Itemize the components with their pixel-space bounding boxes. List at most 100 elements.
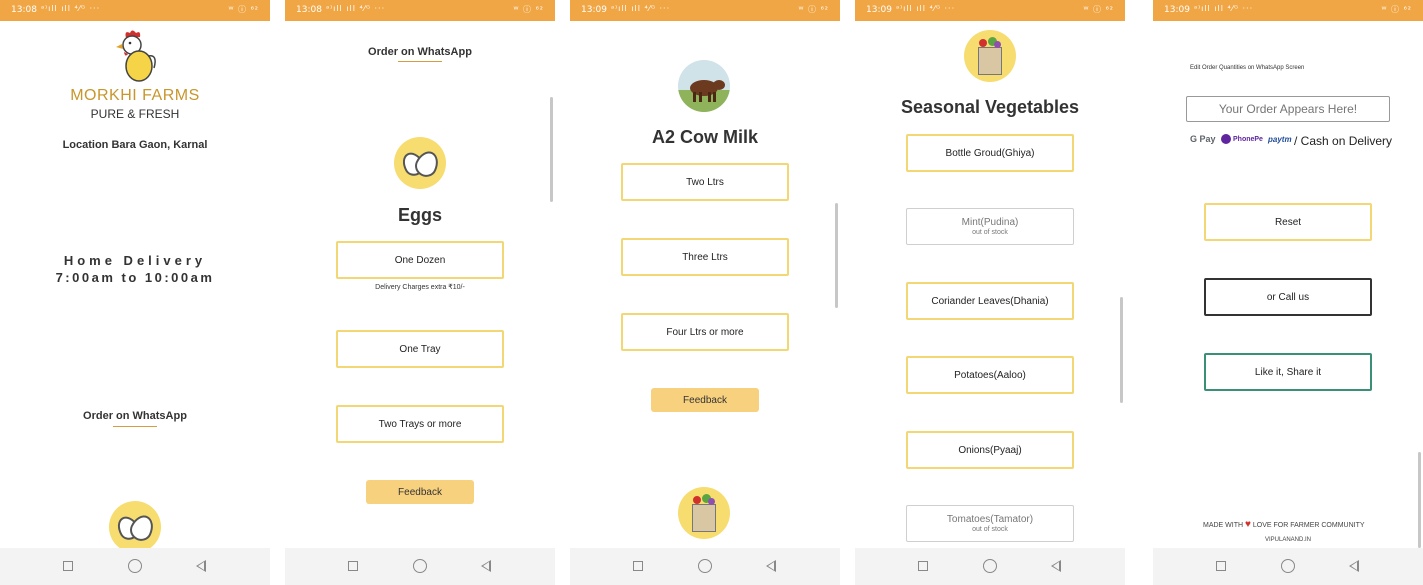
option-two-trays-button[interactable]: Two Trays or more: [336, 405, 504, 443]
recent-apps-icon[interactable]: [918, 561, 928, 571]
battery-icons: ᵂ ⓘ ⁶²: [228, 5, 259, 14]
footer-credit: MADE WITH ♥ LOVE FOR FARMER COMMUNITY: [1203, 519, 1365, 530]
option-one-tray-button[interactable]: One Tray: [336, 330, 504, 368]
out-of-stock-label: out of stock: [972, 229, 1008, 236]
order-summary-field[interactable]: [1186, 96, 1390, 122]
status-bar: 13:09 ᵃ⁾ıll ıll ⁴⁄ᴳ ··· ᵂ ⓘ ⁶²: [855, 0, 1125, 21]
signal-icons: ᵃ⁾ıll ıll ⁴⁄ᴳ ···: [896, 4, 956, 13]
home-icon[interactable]: [128, 559, 142, 573]
reset-button[interactable]: Reset: [1204, 203, 1372, 241]
scrollbar[interactable]: [1120, 297, 1123, 403]
option-bottle-gourd-button[interactable]: Bottle Groud(Ghiya): [906, 134, 1074, 172]
feedback-button[interactable]: Feedback: [366, 480, 474, 504]
delivery-charges-note: Delivery Charges extra ₹10/-: [375, 284, 465, 291]
footer-made-with: MADE WITH: [1203, 522, 1244, 529]
nav-bar: [0, 548, 270, 585]
scrollbar[interactable]: [835, 203, 838, 308]
option-tomatoes-button: Tomatoes(Tamator) out of stock: [906, 505, 1074, 542]
status-time: 13:09: [581, 5, 607, 15]
battery-icons: ᵂ ⓘ ⁶²: [513, 5, 544, 14]
order-whatsapp-link[interactable]: Order on WhatsApp: [285, 46, 555, 58]
share-button[interactable]: Like it, Share it: [1204, 353, 1372, 391]
back-icon[interactable]: [481, 560, 491, 572]
option-label: Bottle Groud(Ghiya): [945, 147, 1035, 159]
option-one-dozen-button[interactable]: One Dozen: [336, 241, 504, 279]
status-time: 13:09: [1164, 5, 1190, 15]
status-time: 13:08: [296, 5, 322, 15]
paytm-logo: paytm: [1268, 135, 1292, 144]
vegetable-bag-icon: [964, 30, 1016, 82]
nav-bar: [855, 548, 1125, 585]
recent-apps-icon[interactable]: [348, 561, 358, 571]
feedback-button[interactable]: Feedback: [651, 388, 759, 412]
signal-icons: ᵃ⁾ıll ıll ⁴⁄ᴳ ···: [41, 4, 101, 13]
screen-eggs: 13:08 ᵃ⁾ıll ıll ⁴⁄ᴳ ··· ᵂ ⓘ ⁶² Order on …: [285, 0, 555, 585]
delivery-line-2: 7:00am to 10:00am: [55, 270, 215, 285]
recent-apps-icon[interactable]: [1216, 561, 1226, 571]
nav-bar: [285, 548, 555, 585]
product-title: Seasonal Vegetables: [900, 97, 1080, 117]
screen-home: 13:08 ᵃ⁾ıll ıll ⁴⁄ᴳ ··· ᵂ ⓘ ⁶² MORKHI FA…: [0, 0, 270, 585]
rooster-logo-icon: [116, 30, 156, 82]
recent-apps-icon[interactable]: [633, 561, 643, 571]
signal-icons: ᵃ⁾ıll ıll ⁴⁄ᴳ ···: [326, 4, 386, 13]
out-of-stock-label: out of stock: [972, 526, 1008, 533]
option-three-ltrs-button[interactable]: Three Ltrs: [621, 238, 789, 276]
battery-icons: ᵂ ⓘ ⁶²: [1381, 5, 1412, 14]
cash-on-delivery-label: / Cash on Delivery: [1294, 134, 1393, 148]
battery-icons: ᵂ ⓘ ⁶²: [798, 5, 829, 14]
option-label: Coriander Leaves(Dhania): [931, 295, 1049, 307]
phonepe-icon: [1221, 134, 1231, 144]
home-icon[interactable]: [1281, 559, 1295, 573]
status-time: 13:08: [11, 5, 37, 15]
screen-order: 13:09 ᵃ⁾ıll ıll ⁴⁄ᴳ ··· ᵂ ⓘ ⁶² Edit Orde…: [1153, 0, 1423, 585]
back-icon[interactable]: [766, 560, 776, 572]
link-underline: [113, 426, 157, 427]
product-title: A2 Cow Milk: [651, 127, 758, 147]
home-icon[interactable]: [698, 559, 712, 573]
option-potatoes-button[interactable]: Potatoes(Aaloo): [906, 356, 1074, 394]
home-icon[interactable]: [413, 559, 427, 573]
option-mint-button: Mint(Pudina) out of stock: [906, 208, 1074, 245]
eggs-icon: [109, 501, 161, 553]
option-label: Mint(Pudina): [961, 217, 1019, 228]
nav-bar: [1153, 548, 1423, 585]
site-link[interactable]: VIPULANAND.IN: [1153, 537, 1423, 543]
edit-order-hint: Edit Order Quantities on WhatsApp Screen: [1190, 65, 1305, 71]
order-whatsapp-link[interactable]: Order on WhatsApp: [0, 410, 270, 422]
eggs-icon: [394, 137, 446, 189]
heart-icon: ♥: [1245, 519, 1251, 530]
home-icon[interactable]: [983, 559, 997, 573]
scrollbar[interactable]: [550, 97, 553, 202]
option-label: Potatoes(Aaloo): [954, 369, 1026, 381]
option-four-ltrs-button[interactable]: Four Ltrs or more: [621, 313, 789, 351]
cow-icon: [678, 60, 730, 112]
link-underline: [398, 61, 442, 62]
status-bar: 13:08 ᵃ⁾ıll ıll ⁴⁄ᴳ ··· ᵂ ⓘ ⁶²: [285, 0, 555, 21]
option-two-ltrs-button[interactable]: Two Ltrs: [621, 163, 789, 201]
call-us-button[interactable]: or Call us: [1204, 278, 1372, 316]
status-time: 13:09: [866, 5, 892, 15]
brand-name: MORKHI FARMS: [70, 87, 200, 104]
back-icon[interactable]: [196, 560, 206, 572]
signal-icons: ᵃ⁾ıll ıll ⁴⁄ᴳ ···: [611, 4, 671, 13]
status-bar: 13:08 ᵃ⁾ıll ıll ⁴⁄ᴳ ··· ᵂ ⓘ ⁶²: [0, 0, 270, 21]
back-icon[interactable]: [1349, 560, 1359, 572]
option-coriander-button[interactable]: Coriander Leaves(Dhania): [906, 282, 1074, 320]
option-label: Onions(Pyaaj): [958, 444, 1022, 456]
phonepe-logo: PhonePe: [1233, 136, 1263, 143]
gpay-logo: G Pay: [1190, 134, 1216, 144]
option-onions-button[interactable]: Onions(Pyaaj): [906, 431, 1074, 469]
footer-love: LOVE FOR FARMER COMMUNITY: [1252, 522, 1365, 529]
option-label: Tomatoes(Tamator): [946, 514, 1034, 525]
screen-milk: 13:09 ᵃ⁾ıll ıll ⁴⁄ᴳ ··· ᵂ ⓘ ⁶² A2 Cow Mi…: [570, 0, 840, 585]
recent-apps-icon[interactable]: [63, 561, 73, 571]
page-scrollbar[interactable]: [1418, 452, 1421, 548]
brand-tagline: PURE & FRESH: [90, 107, 180, 121]
location-text: Location Bara Gaon, Karnal: [62, 139, 208, 151]
signal-icons: ᵃ⁾ıll ıll ⁴⁄ᴳ ···: [1194, 4, 1254, 13]
status-bar: 13:09 ᵃ⁾ıll ıll ⁴⁄ᴳ ··· ᵂ ⓘ ⁶²: [1153, 0, 1423, 21]
status-bar: 13:09 ᵃ⁾ıll ıll ⁴⁄ᴳ ··· ᵂ ⓘ ⁶²: [570, 0, 840, 21]
vegetable-bag-icon: [678, 487, 730, 539]
back-icon[interactable]: [1051, 560, 1061, 572]
